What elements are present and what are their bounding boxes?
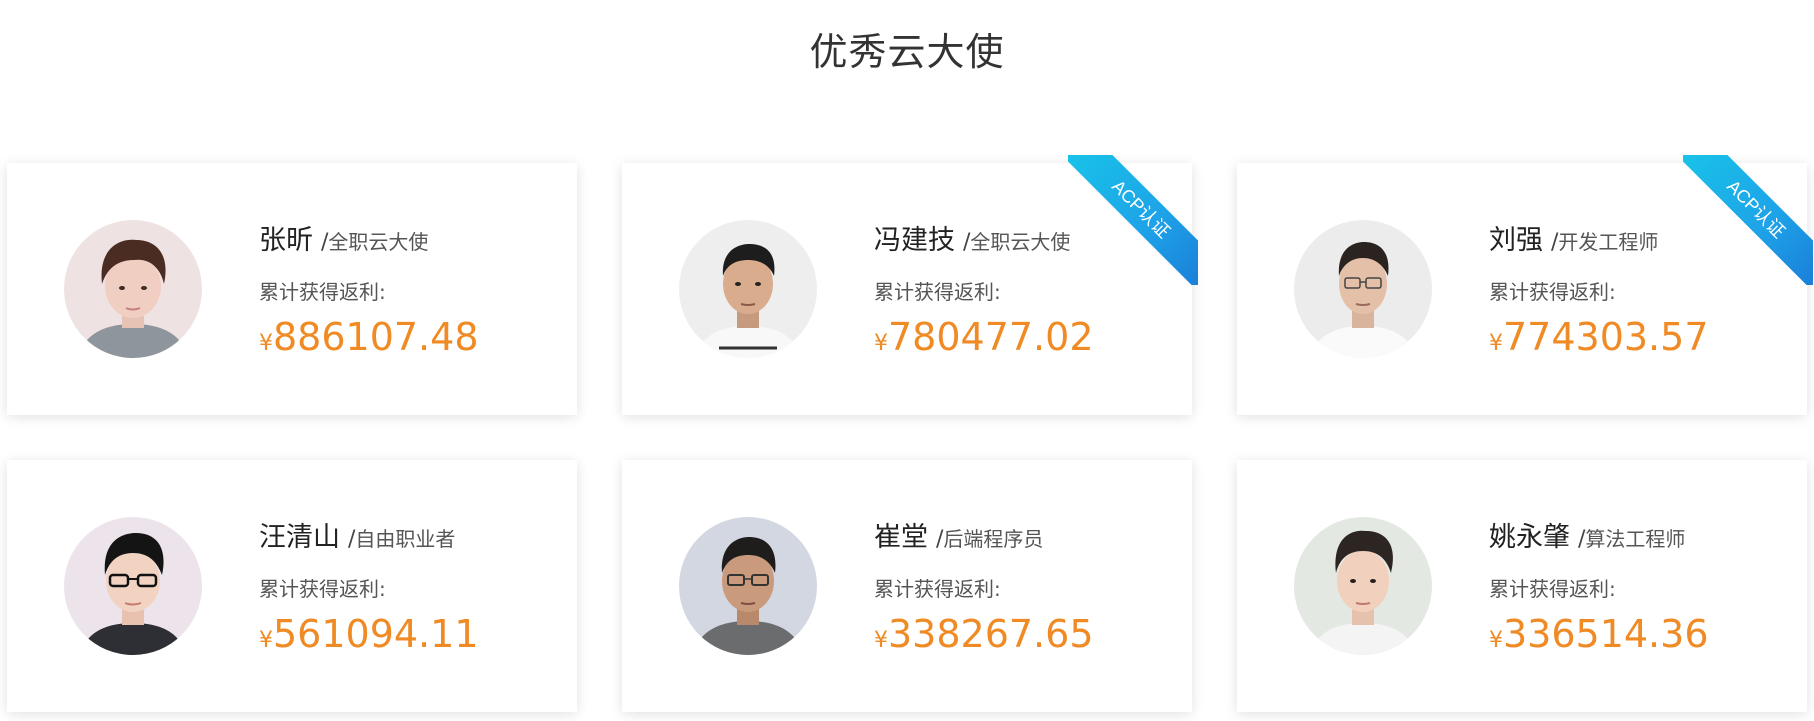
rebate-amount: 338267.65 [888, 612, 1094, 656]
rebate-label: 累计获得返利: [1489, 280, 1616, 304]
ambassador-card[interactable]: 刘强/开发工程师 累计获得返利: ¥774303.57 ACP认证 [1237, 155, 1813, 415]
rebate-amount: 886107.48 [273, 315, 479, 359]
ambassador-info: 崔堂/后端程序员 累计获得返利: ¥338267.65 [874, 520, 1174, 656]
rebate-label: 累计获得返利: [874, 280, 1001, 304]
ribbon-fold [1192, 259, 1198, 275]
ambassador-role: 自由职业者 [355, 527, 456, 551]
name-row: 冯建技/全职云大使 [874, 223, 1174, 259]
currency-symbol: ¥ [874, 628, 888, 653]
ambassador-info: 张昕/全职云大使 累计获得返利: ¥886107.48 [259, 223, 559, 359]
ambassador-card[interactable]: 姚永肇/算法工程师 累计获得返利: ¥336514.36 [1237, 460, 1807, 712]
ambassador-role: 全职云大使 [328, 230, 429, 254]
currency-symbol: ¥ [259, 628, 273, 653]
name-row: 汪清山/自由职业者 [259, 520, 559, 556]
ambassador-card[interactable]: 冯建技/全职云大使 累计获得返利: ¥780477.02 ACP认证 [622, 155, 1198, 415]
rebate-amount: 336514.36 [1503, 612, 1709, 656]
ambassador-role: 全职云大使 [970, 230, 1071, 254]
name-row: 崔堂/后端程序员 [874, 520, 1174, 556]
ambassador-card[interactable]: 张昕/全职云大使 累计获得返利: ¥886107.48 [7, 163, 577, 415]
rebate-amount-row: ¥774303.57 [1489, 315, 1789, 359]
ribbon-fold [1807, 259, 1813, 275]
rebate-amount-row: ¥780477.02 [874, 315, 1174, 359]
rebate-amount-row: ¥561094.11 [259, 612, 559, 656]
avatar [679, 220, 817, 358]
currency-symbol: ¥ [1489, 628, 1503, 653]
currency-symbol: ¥ [259, 331, 273, 356]
ambassador-role: 后端程序员 [943, 527, 1044, 551]
avatar [679, 517, 817, 655]
avatar [1294, 220, 1432, 358]
rebate-label: 累计获得返利: [1489, 577, 1616, 601]
rebate-label: 累计获得返利: [259, 280, 386, 304]
avatar [64, 517, 202, 655]
currency-symbol: ¥ [874, 331, 888, 356]
ambassador-info: 冯建技/全职云大使 累计获得返利: ¥780477.02 [874, 223, 1174, 359]
rebate-amount-row: ¥338267.65 [874, 612, 1174, 656]
ambassador-name: 张昕 [259, 225, 313, 256]
rebate-amount: 780477.02 [888, 315, 1094, 359]
name-row: 刘强/开发工程师 [1489, 223, 1789, 259]
currency-symbol: ¥ [1489, 331, 1503, 356]
rebate-amount-row: ¥336514.36 [1489, 612, 1789, 656]
ambassador-info: 刘强/开发工程师 累计获得返利: ¥774303.57 [1489, 223, 1789, 359]
section-title: 优秀云大使 [809, 29, 1005, 74]
rebate-label: 累计获得返利: [874, 577, 1001, 601]
ambassador-info: 汪清山/自由职业者 累计获得返利: ¥561094.11 [259, 520, 559, 656]
ambassador-name: 崔堂 [874, 522, 928, 553]
rebate-label: 累计获得返利: [259, 577, 386, 601]
rebate-amount: 774303.57 [1503, 315, 1709, 359]
ambassador-card[interactable]: 汪清山/自由职业者 累计获得返利: ¥561094.11 [7, 460, 577, 712]
ambassador-role: 算法工程师 [1585, 527, 1686, 551]
rebate-amount: 561094.11 [273, 612, 479, 656]
ambassador-role: 开发工程师 [1558, 230, 1659, 254]
ambassador-name: 姚永肇 [1489, 522, 1570, 553]
avatar [64, 220, 202, 358]
ambassador-name: 刘强 [1489, 225, 1543, 256]
ambassador-name: 汪清山 [259, 522, 340, 553]
name-row: 张昕/全职云大使 [259, 223, 559, 259]
ambassador-grid: 张昕/全职云大使 累计获得返利: ¥886107.48 冯建技 /全职云大使 累… [7, 155, 1813, 712]
rebate-amount-row: ¥886107.48 [259, 315, 559, 359]
avatar [1294, 517, 1432, 655]
ambassador-info: 姚永肇/算法工程师 累计获得返利: ¥336514.36 [1489, 520, 1789, 656]
name-row: 姚永肇/算法工程师 [1489, 520, 1789, 556]
ambassador-name: 冯建技 [874, 225, 955, 256]
ambassador-card[interactable]: 崔堂/后端程序员 累计获得返利: ¥338267.65 [622, 460, 1192, 712]
